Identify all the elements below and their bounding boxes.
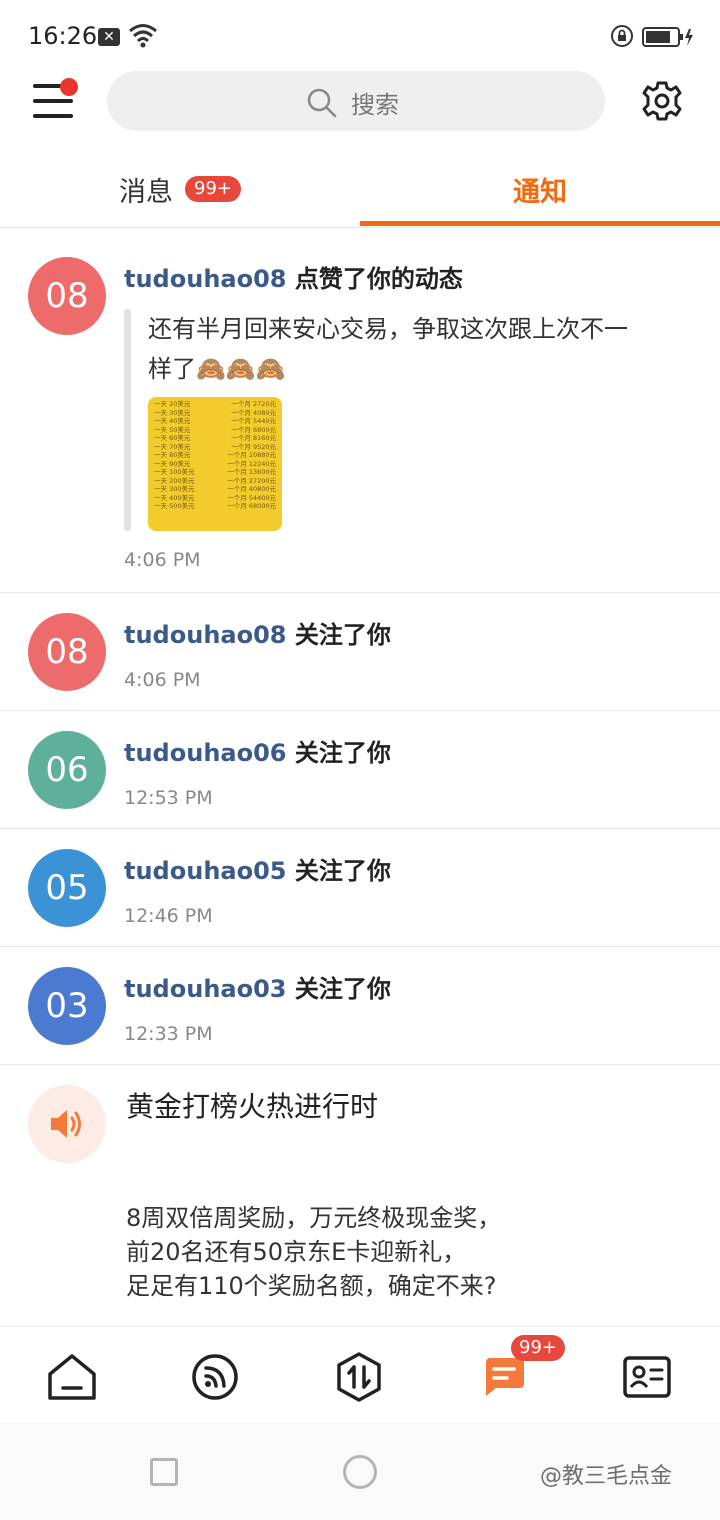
notification-x-icon: ✕ (98, 28, 120, 46)
trade-icon (337, 1352, 381, 1402)
chat-badge: 99+ (511, 1335, 565, 1361)
tab-notifications[interactable]: 通知 (360, 150, 720, 228)
notification-action: 点赞了你的动态 (294, 265, 463, 293)
system-nav-bar: @教三毛点金 (0, 1422, 720, 1520)
notification-list: 08 tudouhao08 点赞了你的动态 还有半月回来安心交易，争取这次跟上次… (0, 229, 720, 1325)
avatar[interactable]: 05 (28, 849, 106, 927)
chat-icon (486, 1358, 524, 1396)
announcement-title: 黄金打榜火热进行时 (126, 1090, 379, 1123)
notification-item[interactable]: 05 tudouhao05 关注了你 12:46 PM (0, 829, 720, 947)
image-row: 一天 30美元 一个月 4080元 (154, 408, 276, 417)
notification-time: 12:33 PM (124, 1023, 213, 1045)
image-row: 一天 200美元 一个月 27200元 (154, 476, 276, 485)
announcement-item[interactable]: 黄金打榜火热进行时 8周双倍周奖励，万元终极现金奖， 前20名还有50京东E卡迎… (0, 1065, 720, 1325)
feed-icon (192, 1354, 238, 1400)
announcement-body: 8周双倍周奖励，万元终极现金奖， 前20名还有50京东E卡迎新礼， 足足有110… (126, 1204, 502, 1300)
quoted-post-text: 还有半月回来安心交易，争取这次跟上次不一 样了🙈🙈🙈 (148, 315, 628, 383)
image-row: 一天 70美元 一个月 9520元 (154, 442, 276, 451)
username-link[interactable]: tudouhao06 (124, 739, 286, 767)
tab-messages-label: 消息 (119, 176, 173, 208)
username-link[interactable]: tudouhao05 (124, 857, 286, 885)
image-row: 一天 500美元 一个月 68000元 (154, 502, 276, 510)
status-bar: 16:26 ✕ (0, 0, 720, 70)
tab-messages[interactable]: 消息 99+ (0, 150, 360, 228)
nav-trade[interactable] (329, 1347, 389, 1407)
image-row: 一天 90美元 一个月 12240元 (154, 459, 276, 468)
username-link[interactable]: tudouhao08 (124, 621, 286, 649)
notification-action: 关注了你 (294, 857, 391, 885)
image-row: 一天 20美元 一个月 2720元 (154, 400, 276, 408)
bottom-nav: 99+ (0, 1326, 720, 1422)
wifi-icon (129, 24, 157, 48)
speaker-icon (28, 1085, 106, 1163)
notification-title: tudouhao05 关注了你 (124, 851, 391, 886)
image-row: 一天 100美元 一个月 13600元 (154, 468, 276, 476)
notification-title: tudouhao06 关注了你 (124, 733, 391, 768)
rotation-lock-icon (611, 25, 633, 47)
notification-time: 12:46 PM (124, 905, 213, 927)
notification-time: 12:53 PM (124, 787, 213, 809)
image-row: 一天 40美元 一个月 5440元 (154, 417, 276, 425)
home-icon (48, 1354, 96, 1400)
nav-profile[interactable] (617, 1347, 677, 1407)
notification-title: tudouhao08 点赞了你的动态 (124, 259, 463, 294)
nav-home[interactable] (42, 1347, 102, 1407)
menu-button[interactable] (30, 78, 80, 124)
quoted-post-image[interactable]: 一天 20美元 一个月 2720元 一天 30美元 一个月 4080元 一天 40美… (148, 397, 282, 531)
notification-item[interactable]: 06 tudouhao06 关注了你 12:53 PM (0, 711, 720, 829)
notification-item[interactable]: 03 tudouhao03 关注了你 12:33 PM (0, 947, 720, 1065)
image-row: 一天 300美元 一个月 40800元 (154, 485, 276, 493)
notification-action: 关注了你 (294, 739, 391, 767)
username-link[interactable]: tudouhao08 (124, 265, 286, 293)
notification-action: 关注了你 (294, 621, 391, 649)
status-time: 16:26 (28, 22, 98, 50)
notification-item[interactable]: 08 tudouhao08 点赞了你的动态 还有半月回来安心交易，争取这次跟上次… (0, 229, 720, 593)
image-row: 一天 60美元 一个月 8160元 (154, 434, 276, 442)
image-row: 一天 400美元 一个月 54400元 (154, 493, 276, 502)
settings-gear-icon[interactable] (640, 79, 684, 123)
username-link[interactable]: tudouhao03 (124, 975, 286, 1003)
image-row: 一天 50美元 一个月 6800元 (154, 425, 276, 434)
search-bar[interactable]: 搜索 (107, 71, 605, 131)
quote-bar (124, 309, 131, 531)
search-icon (307, 88, 337, 117)
notification-item[interactable]: 08 tudouhao08 关注了你 4:06 PM (0, 593, 720, 711)
notification-title: tudouhao08 关注了你 (124, 615, 391, 650)
image-row: 一天 80美元 一个月 10880元 (154, 451, 276, 459)
tab-notifications-label: 通知 (513, 176, 567, 208)
battery-icon (642, 27, 693, 47)
avatar[interactable]: 08 (28, 613, 106, 691)
tab-messages-badge: 99+ (185, 176, 241, 202)
recents-button[interactable] (150, 1458, 178, 1486)
notification-action: 关注了你 (294, 975, 391, 1003)
notification-time: 4:06 PM (124, 669, 201, 691)
home-button[interactable] (343, 1455, 377, 1489)
watermark: @教三毛点金 (540, 1464, 673, 1489)
notification-time: 4:06 PM (124, 549, 201, 571)
search-placeholder: 搜索 (351, 91, 399, 119)
active-tab-indicator (360, 221, 720, 226)
avatar[interactable]: 08 (28, 257, 106, 335)
avatar[interactable]: 06 (28, 731, 106, 809)
contact-card-icon (623, 1356, 671, 1398)
nav-feed[interactable] (185, 1347, 245, 1407)
tab-bar: 消息 99+ 通知 (0, 150, 720, 228)
unread-dot (60, 78, 78, 96)
notification-title: tudouhao03 关注了你 (124, 969, 391, 1004)
avatar[interactable]: 03 (28, 967, 106, 1045)
